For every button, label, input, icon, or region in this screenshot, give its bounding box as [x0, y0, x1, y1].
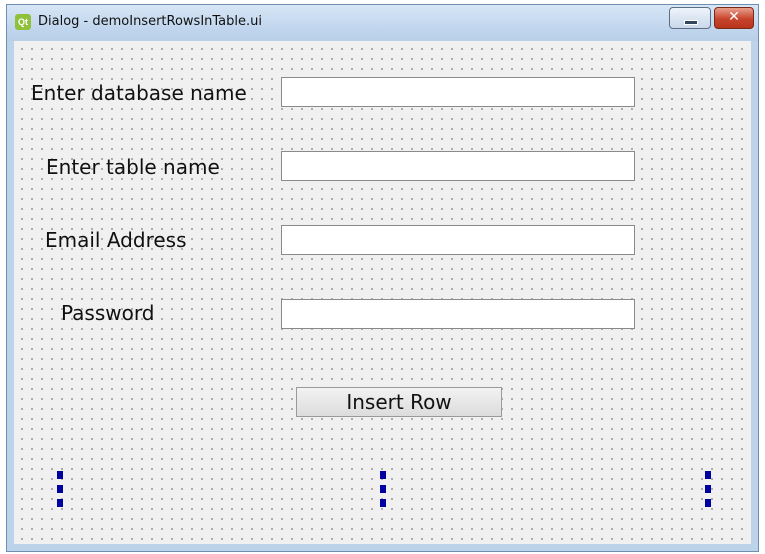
email-address-input[interactable]: [281, 225, 635, 255]
minimize-icon: [684, 20, 698, 25]
spacer-marker-right[interactable]: [705, 471, 711, 507]
close-icon: ✕: [728, 9, 740, 25]
password-input[interactable]: [281, 299, 635, 329]
spacer-marker-left[interactable]: [57, 471, 63, 507]
qt-app-icon: Qt: [15, 14, 31, 30]
close-button[interactable]: ✕: [714, 7, 754, 29]
password-label: Password: [61, 301, 155, 325]
table-name-label: Enter table name: [46, 155, 220, 179]
database-name-input[interactable]: [281, 77, 635, 107]
spacer-marker-center[interactable]: [380, 471, 386, 507]
form-canvas: Enter database name Enter table name Ema…: [14, 41, 751, 544]
insert-row-button[interactable]: Insert Row: [296, 387, 502, 417]
minimize-button[interactable]: [669, 7, 711, 29]
database-name-label: Enter database name: [31, 81, 247, 105]
table-name-input[interactable]: [281, 151, 635, 181]
dialog-window: Qt Dialog - demoInsertRowsInTable.ui ✕ E…: [6, 4, 759, 552]
window-title: Dialog - demoInsertRowsInTable.ui: [38, 14, 262, 29]
email-address-label: Email Address: [45, 228, 187, 252]
title-bar[interactable]: Qt Dialog - demoInsertRowsInTable.ui ✕: [7, 5, 758, 41]
